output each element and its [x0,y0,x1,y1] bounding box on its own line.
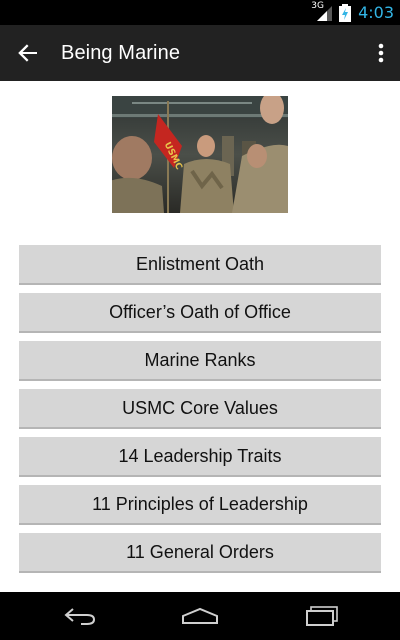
back-arrow-icon [18,44,37,62]
content-area: USMC Enlistment Oath Officer’s Oath of O… [0,81,400,592]
home-nav-icon [182,607,218,624]
enlistment-oath-button[interactable]: Enlistment Oath [19,245,381,285]
action-bar: Being Marine [0,25,400,81]
overflow-menu-button[interactable] [366,33,396,73]
page-title: Being Marine [61,42,181,64]
leadership-principles-button[interactable]: 11 Principles of Leadership [19,485,381,525]
core-values-button[interactable]: USMC Core Values [19,389,381,429]
back-button[interactable] [8,33,48,73]
marines-photo: USMC [112,96,288,213]
menu-list: Enlistment Oath Officer’s Oath of Office… [19,245,381,581]
general-orders-button[interactable]: 11 General Orders [19,533,381,573]
status-icons: 3G 4:03 [311,1,394,23]
officers-oath-button[interactable]: Officer’s Oath of Office [19,293,381,333]
marine-ranks-button[interactable]: Marine Ranks [19,341,381,381]
overflow-menu-icon [378,43,384,63]
nav-home-button[interactable] [170,602,230,630]
navigation-bar [0,592,400,640]
clock: 4:03 [358,3,394,22]
nav-back-button[interactable] [50,602,110,630]
recents-nav-icon [306,606,338,626]
leadership-traits-button[interactable]: 14 Leadership Traits [19,437,381,477]
battery-charging-icon [339,3,352,22]
network-type: 3G [311,1,324,11]
nav-recents-button[interactable] [292,602,352,630]
status-bar: 3G 4:03 [0,0,400,25]
back-nav-icon [64,608,96,625]
